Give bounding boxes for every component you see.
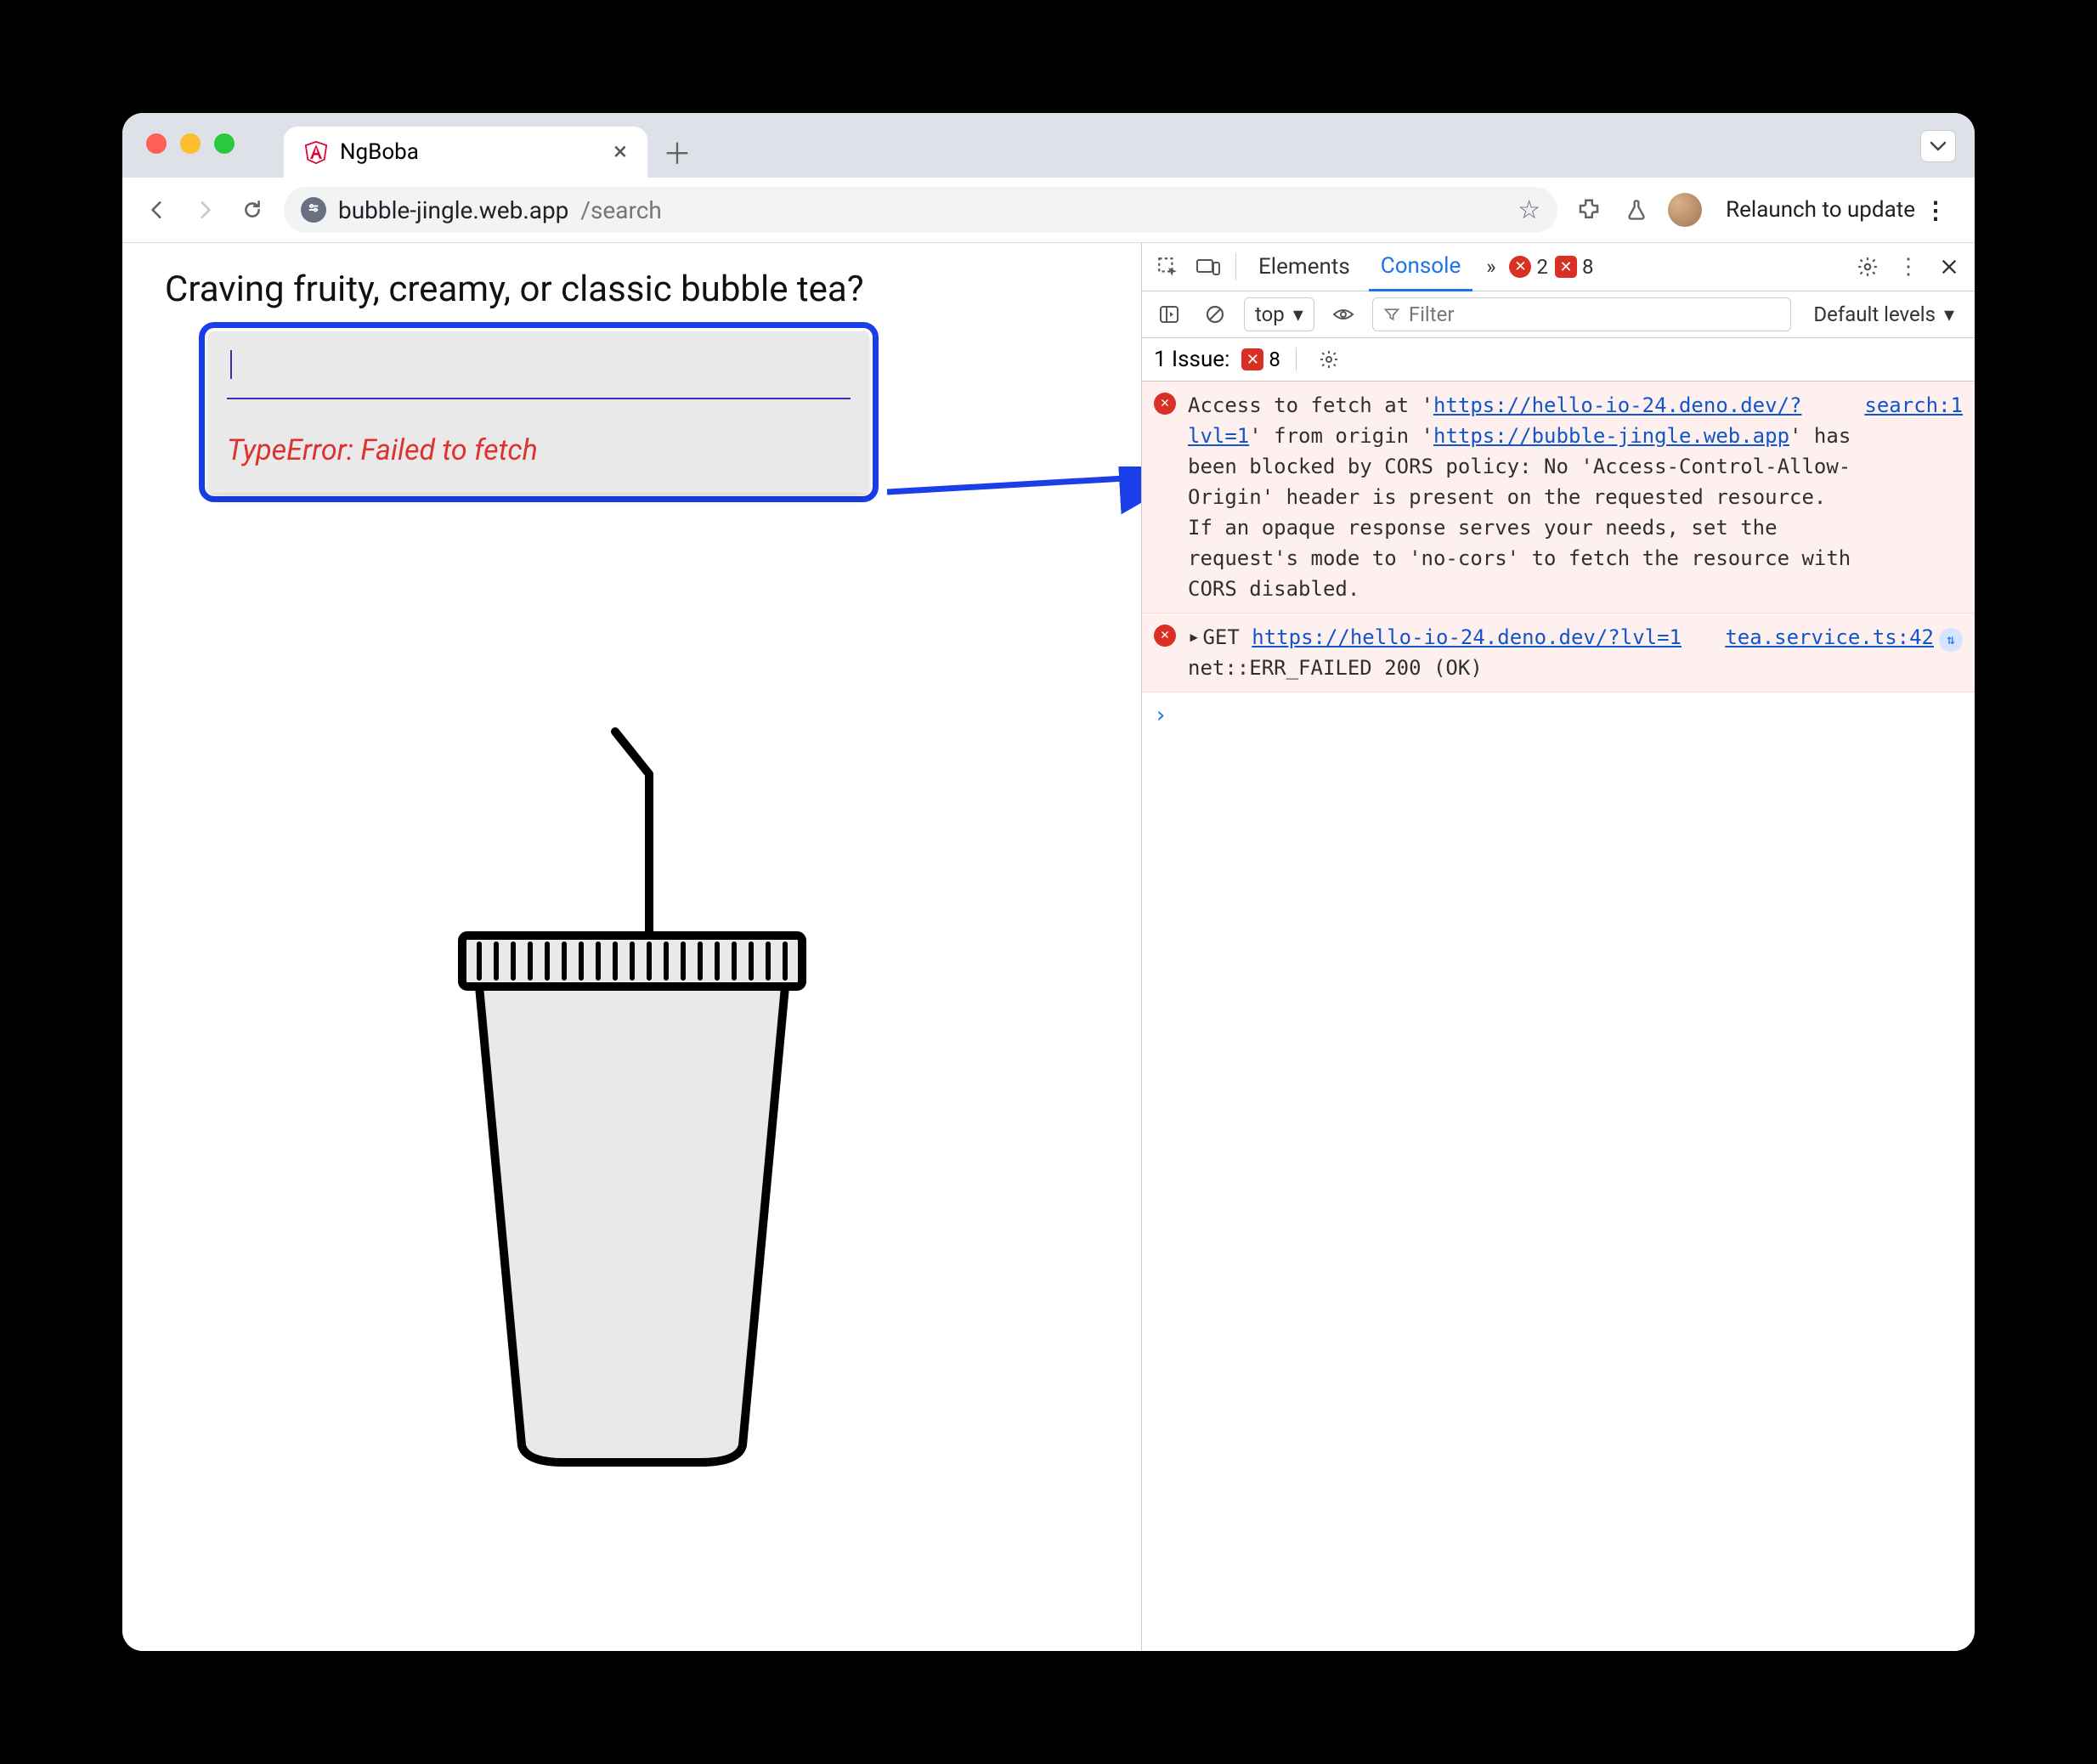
fetch-error-text: TypeError: Failed to fetch [227,399,851,467]
more-tabs-button[interactable]: » [1479,255,1502,279]
console-toolbar: top ▾ Filter Default levels ▾ [1142,291,1975,338]
search-input[interactable] [227,345,851,399]
log-levels-selector[interactable]: Default levels ▾ [1803,298,1964,331]
cup-illustration [122,715,1141,1479]
message-body: ▸GET https://hello-io-24.deno.dev/?lvl=1… [1188,622,1713,683]
message-source-link[interactable]: search:1 [1864,390,1963,604]
nav-back-button[interactable] [141,194,173,226]
toggle-sidebar-icon[interactable] [1152,297,1186,331]
browser-window: NgBoba × ＋ bubble-jingle.we [122,113,1975,1651]
window-controls [146,133,235,154]
relaunch-button[interactable]: Relaunch to update ⋮ [1717,189,1956,231]
message-source-link[interactable]: tea.service.ts:42⇅ [1725,622,1963,683]
labs-button[interactable] [1620,194,1653,226]
browser-toolbar: bubble-jingle.web.app/search ☆ Relaunch … [122,178,1975,243]
device-toolbar-icon[interactable] [1191,250,1225,284]
profile-avatar[interactable] [1668,193,1702,227]
relaunch-label: Relaunch to update [1726,197,1915,223]
error-icon: ✕ [1154,393,1176,415]
search-card: TypeError: Failed to fetch [208,331,869,493]
tab-title: NgBoba [340,139,419,165]
window-dropdown-button[interactable] [1920,130,1956,162]
chevron-down-icon: ▾ [1944,302,1954,326]
devtools-tabbar: Elements Console » ✕2 ✕8 ⋮ [1142,243,1975,291]
clear-console-icon[interactable] [1198,297,1232,331]
live-expression-icon[interactable] [1326,297,1360,331]
console-filter[interactable]: Filter [1372,297,1792,331]
window-minimize-button[interactable] [180,133,201,154]
search-card-wrap: TypeError: Failed to fetch [199,322,879,502]
window-close-button[interactable] [146,133,167,154]
filter-placeholder: Filter [1409,302,1455,326]
content-surface: Craving fruity, creamy, or classic bubbl… [122,243,1975,1651]
tab-close-button[interactable]: × [613,139,627,165]
issues-label: 1 Issue: [1154,347,1229,372]
nav-forward-button[interactable] [189,194,221,226]
rendered-page: Craving fruity, creamy, or classic bubbl… [122,243,1141,1651]
browser-tab[interactable]: NgBoba × [284,127,647,178]
devtools-close-button[interactable] [1932,250,1966,284]
console-prompt[interactable]: › [1142,693,1975,739]
message-body: Access to fetch at 'https://hello-io-24.… [1188,390,1852,604]
stage: NgBoba × ＋ bubble-jingle.we [0,0,2097,1764]
tab-console[interactable]: Console [1369,243,1472,291]
highlight-box: TypeError: Failed to fetch [199,322,879,502]
issues-count-badge[interactable]: ✕8 [1241,348,1280,371]
chevron-down-icon: ▾ [1293,302,1303,326]
console-message-cors: ✕ Access to fetch at 'https://hello-io-2… [1142,382,1975,613]
site-settings-icon[interactable] [301,197,326,223]
devtools-panel: Elements Console » ✕2 ✕8 ⋮ [1141,243,1975,1651]
console-message-net: ✕ ▸GET https://hello-io-24.deno.dev/?lvl… [1142,613,1975,693]
nav-reload-button[interactable] [236,194,268,226]
error-icon: ✕ [1154,625,1176,647]
bookmark-star-icon[interactable]: ☆ [1518,195,1540,225]
angular-icon [304,140,328,164]
devtools-kebab-icon[interactable]: ⋮ [1891,250,1925,284]
url-path: /search [580,196,661,224]
expand-toggle[interactable]: ▸ [1188,621,1200,652]
context-selector[interactable]: top ▾ [1244,297,1314,331]
omnibox[interactable]: bubble-jingle.web.app/search ☆ [284,187,1557,233]
page-heading: Craving fruity, creamy, or classic bubbl… [165,269,1141,310]
annotation-arrow [887,466,1141,517]
errors-badge[interactable]: ✕2 [1509,255,1548,279]
kebab-icon: ⋮ [1924,196,1947,224]
extensions-button[interactable] [1573,194,1605,226]
request-url[interactable]: https://hello-io-24.deno.dev/?lvl=1 [1252,625,1682,649]
settings-icon[interactable] [1851,250,1885,284]
inspect-element-icon[interactable] [1150,250,1184,284]
new-tab-button[interactable]: ＋ [664,139,690,164]
tab-elements[interactable]: Elements [1246,244,1362,290]
window-zoom-button[interactable] [214,133,235,154]
console-settings-icon[interactable] [1312,342,1346,376]
tab-strip: NgBoba × ＋ [122,113,1975,178]
console-log: ✕ Access to fetch at 'https://hello-io-2… [1142,382,1975,1651]
sourcemap-icon[interactable]: ⇅ [1939,628,1963,652]
cors-url-2[interactable]: https://bubble-jingle.web.app [1433,424,1789,448]
url-host: bubble-jingle.web.app [338,196,568,224]
issues-bar: 1 Issue: ✕8 [1142,338,1975,382]
issues-badge[interactable]: ✕8 [1555,255,1594,279]
